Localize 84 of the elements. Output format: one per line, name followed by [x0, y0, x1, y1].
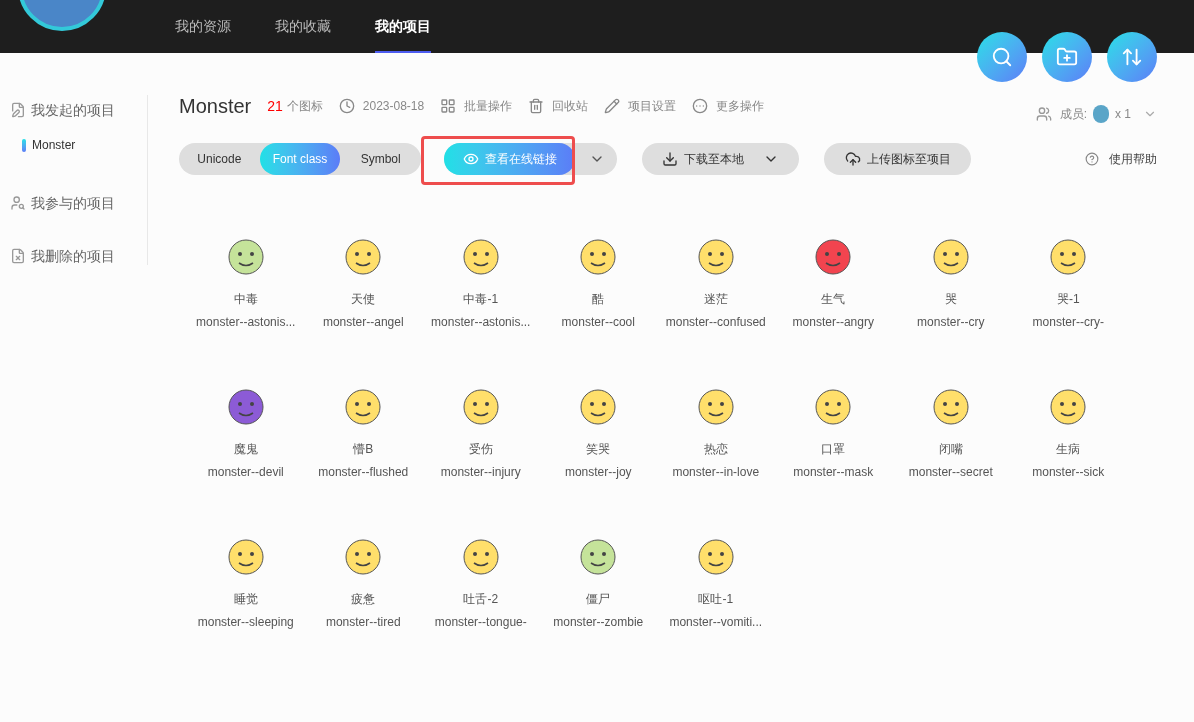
icon-code: monster--astonis... — [196, 314, 296, 330]
nav-tab[interactable]: 我的资源 — [175, 0, 231, 53]
icon-code: monster--sleeping — [197, 614, 294, 630]
icon-code: monster--devil — [207, 464, 284, 480]
nav-tab[interactable]: 我的项目 — [375, 0, 431, 53]
icon-name: 生病 — [1056, 441, 1081, 457]
new-folder-button[interactable] — [1042, 32, 1092, 82]
icon-name: 僵尸 — [586, 591, 611, 607]
icon-code: monster--joy — [564, 464, 632, 480]
icon-code: monster--zombie — [553, 614, 644, 630]
icon-name: 睡觉 — [233, 591, 258, 607]
project-link[interactable]: Monster — [32, 137, 76, 153]
icon-name: 天使 — [351, 291, 376, 307]
icon-name: 懵B — [353, 441, 374, 457]
icon-name: 中毒 — [233, 291, 258, 307]
more-icon — [692, 98, 709, 114]
members-count: x 1 — [1115, 106, 1131, 122]
nav-tab[interactable]: 我的收藏 — [275, 0, 331, 53]
icon-name: 吐舌-2 — [463, 591, 499, 607]
icon-name: 受伤 — [468, 441, 493, 457]
project-title: Monster — [179, 94, 252, 119]
download-icon — [662, 151, 678, 167]
icon-code: monster--cry- — [1032, 314, 1104, 330]
grid-icon — [440, 98, 457, 114]
format-tab[interactable]: Unicode — [179, 143, 260, 175]
help-icon — [1085, 152, 1099, 166]
icon-code: monster--flushed — [318, 464, 409, 480]
count-label: 个图标 — [286, 98, 323, 114]
icon-code: monster--tongue- — [434, 614, 527, 630]
action-link[interactable]: 项目设置 — [628, 98, 677, 114]
icon-name: 哭 — [944, 291, 957, 307]
icon-name: 哭-1 — [1056, 291, 1080, 307]
icon-name: 热恋 — [703, 441, 728, 457]
pencil-icon — [604, 98, 621, 114]
icon-count: 21 — [267, 97, 283, 116]
members-icon — [1035, 106, 1052, 122]
icon-code: monster--angel — [322, 314, 404, 330]
action-link[interactable]: 更多操作 — [716, 98, 765, 114]
icon-name: 生气 — [821, 291, 846, 307]
action-link[interactable]: 回收站 — [552, 98, 589, 114]
search-button[interactable] — [977, 32, 1027, 82]
sort-button[interactable] — [1107, 32, 1157, 82]
folder-plus-icon — [1056, 46, 1078, 68]
icon-code: monster--mask — [793, 464, 874, 480]
edit-document-icon — [10, 102, 26, 118]
user-search-icon — [10, 195, 26, 211]
icon-name: 闭嘴 — [938, 441, 963, 457]
icon-name: 疲惫 — [351, 591, 376, 607]
icon-code: monster--astonis... — [431, 314, 531, 330]
icon-code: monster--vomiti... — [669, 614, 763, 630]
member-avatar — [1093, 105, 1109, 123]
icon-name: 呕吐-1 — [698, 591, 734, 607]
icon-code: monster--confused — [665, 314, 766, 330]
upload-button[interactable]: 上传图标至项目 — [824, 143, 971, 175]
icon-name: 口罩 — [821, 441, 846, 457]
download-button[interactable]: 下载至本地 — [642, 143, 799, 175]
project-date: 2023-08-18 — [362, 98, 425, 114]
icon-code: monster--cry — [917, 314, 985, 330]
sidebar-item[interactable]: 我参与的项目 — [31, 193, 115, 213]
trash-icon — [528, 98, 545, 114]
format-tab[interactable]: Symbol — [340, 143, 421, 175]
icon-name: 迷茫 — [703, 291, 728, 307]
icon-code: monster--tired — [325, 614, 401, 630]
icon-name: 中毒-1 — [463, 291, 499, 307]
help-link[interactable]: 使用帮助 — [1109, 151, 1157, 167]
members-label: 成员: — [1059, 106, 1087, 122]
icon-code: monster--sick — [1032, 464, 1105, 480]
icon-name: 笑哭 — [586, 441, 611, 457]
icon-code: monster--secret — [908, 464, 993, 480]
icon-code: monster--injury — [440, 464, 521, 480]
eye-icon — [462, 151, 479, 167]
delete-document-icon — [10, 248, 26, 264]
icon-code: monster--cool — [561, 314, 635, 330]
icon-code: monster--angry — [792, 314, 874, 330]
sort-arrows-icon — [1121, 46, 1143, 68]
sidebar-item[interactable]: 我发起的项目 — [31, 100, 115, 120]
search-icon — [991, 46, 1013, 68]
cloud-upload-icon — [844, 151, 861, 167]
icon-name: 魔鬼 — [233, 441, 258, 457]
clock-icon — [338, 98, 355, 114]
icon-code: monster--in-love — [672, 464, 760, 480]
action-link[interactable]: 批量操作 — [464, 98, 513, 114]
icon-name: 酷 — [592, 291, 605, 307]
sidebar-item[interactable]: 我删除的项目 — [31, 246, 115, 266]
